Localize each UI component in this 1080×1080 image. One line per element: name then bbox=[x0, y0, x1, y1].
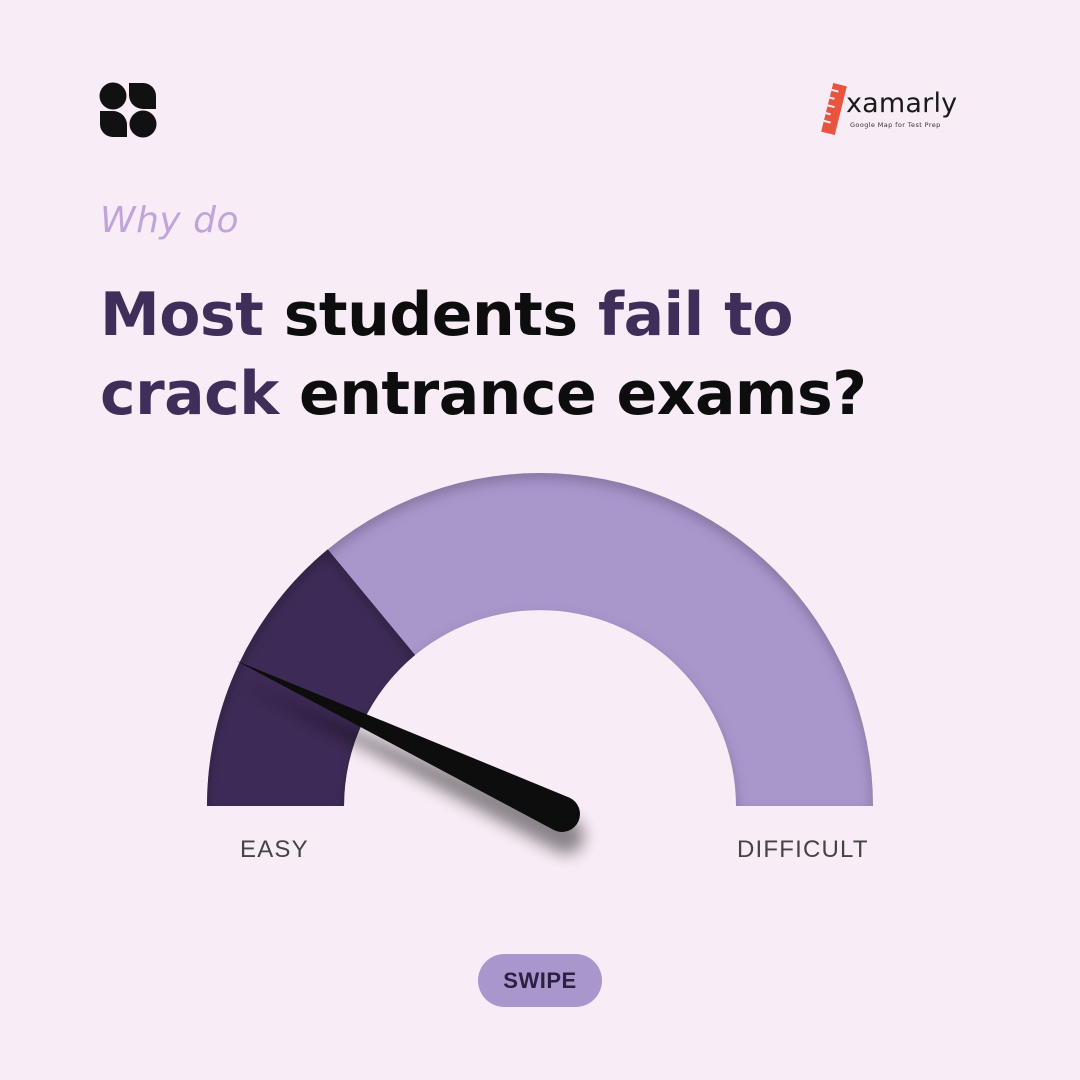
swipe-button[interactable]: SWIPE bbox=[478, 954, 602, 1007]
difficulty-gauge bbox=[207, 473, 873, 832]
post-canvas: xamarly Google Map for Test Prep Why do … bbox=[0, 0, 1080, 1080]
gauge-label-easy: EASY bbox=[240, 836, 309, 863]
gauge-label-difficult: DIFFICULT bbox=[737, 836, 869, 863]
